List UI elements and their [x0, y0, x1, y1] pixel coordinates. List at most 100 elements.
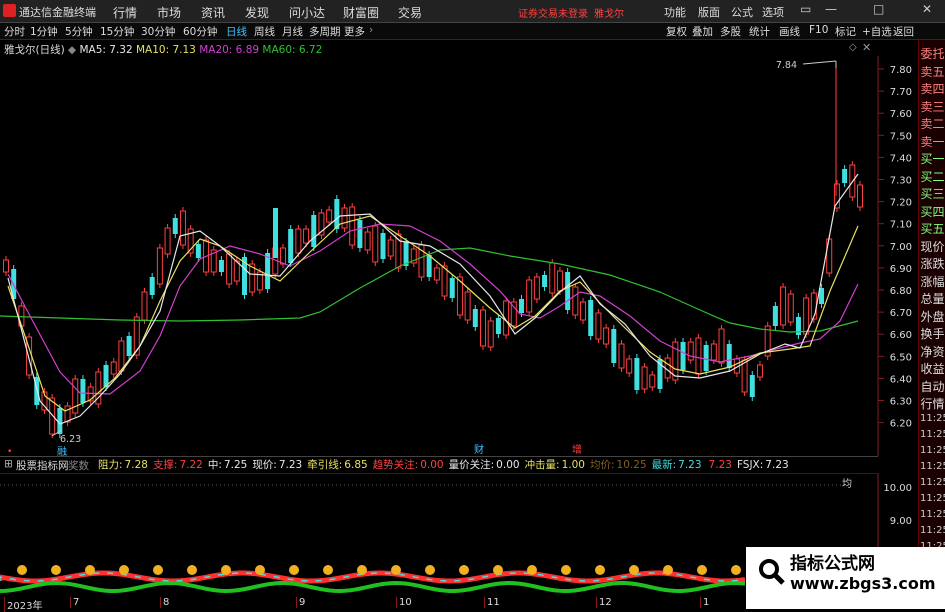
candle-body [357, 220, 363, 248]
candle-body [611, 329, 617, 363]
period-tab[interactable]: 60分钟 [183, 24, 217, 39]
side-tab[interactable]: 卖二 [920, 115, 945, 132]
menu-layout[interactable]: 版面 [698, 4, 720, 20]
tool-f10[interactable]: F10 [809, 24, 828, 36]
side-tab[interactable]: 总量 [920, 290, 945, 307]
chevron-right-icon[interactable]: › [369, 24, 373, 36]
tool-stats[interactable]: 统计 [749, 24, 770, 39]
candle-body [218, 260, 224, 272]
login-warning[interactable]: 证券交易未登录 [518, 5, 588, 20]
back-button[interactable]: 返回 [893, 24, 914, 39]
side-tab[interactable]: 卖三 [920, 98, 945, 115]
menu-options[interactable]: 选项 [762, 4, 784, 20]
marker-finance[interactable]: 财 [474, 443, 484, 456]
side-tab[interactable]: 买二 [920, 168, 945, 185]
band-signal-dot [85, 565, 95, 575]
side-time: 11:25 [920, 525, 945, 536]
side-tab[interactable]: 行情 [920, 395, 945, 412]
side-tab[interactable]: 买一 [920, 150, 945, 167]
period-tab[interactable]: 30分钟 [141, 24, 175, 39]
indicator-item-value: 7.22 [179, 459, 203, 471]
side-tab[interactable]: 买三 [920, 185, 945, 202]
period-tab[interactable]: 分时 [4, 24, 25, 39]
menu-item[interactable]: 财富圈 [343, 4, 379, 21]
candle-body [749, 375, 755, 397]
candle-body [495, 318, 501, 334]
indicator-item-label: FSJX: [736, 459, 764, 471]
price-tick-label: 6.40 [890, 374, 912, 385]
date-label: 7 [70, 597, 79, 608]
side-tab[interactable]: 自动 [920, 378, 945, 395]
period-tab-active[interactable]: 日线 [226, 24, 247, 39]
side-tab[interactable]: 卖四 [920, 80, 945, 97]
indicator-name[interactable]: 股票指标网 [16, 458, 69, 473]
side-tab[interactable]: 外盘 [920, 308, 945, 325]
candle-body [364, 231, 371, 251]
side-tab[interactable]: 换手 [920, 325, 945, 342]
side-tab[interactable]: 买五 [920, 220, 945, 237]
indicator-item-value: 10.25 [616, 459, 647, 471]
period-tab[interactable]: 15分钟 [100, 24, 134, 39]
menu-item[interactable]: 发现 [245, 4, 269, 21]
period-tab[interactable]: 月线 [282, 24, 303, 39]
candle-body [518, 299, 524, 313]
candle-body [387, 239, 394, 257]
indicator-item-label: 均价: [590, 459, 615, 471]
period-tab-more[interactable]: 更多 [344, 24, 365, 39]
band-signal-dot [561, 565, 571, 575]
side-tab[interactable]: 涨幅 [920, 273, 945, 290]
band-signal-dot [697, 565, 707, 575]
candle-body [710, 343, 717, 361]
close-icon[interactable]: ✕ [922, 2, 932, 16]
indicator-item-value: 7.25 [223, 459, 248, 471]
watermark-url: www.zbgs3.com [790, 574, 936, 593]
menu-item[interactable]: 市场 [157, 4, 181, 21]
ma20-label: MA20: 6.89 [199, 44, 260, 56]
period-tab[interactable]: 周线 [254, 24, 275, 39]
menu-item[interactable]: 资讯 [201, 4, 225, 21]
settings-dot-icon[interactable]: ◆ [68, 44, 76, 56]
tool-mark[interactable]: 标记 [835, 24, 856, 39]
close-chart-icon[interactable]: ✕ [862, 41, 871, 54]
tool-multi[interactable]: 多股 [720, 24, 741, 39]
indicator-item-label: 阻力: [98, 459, 123, 471]
marker-margin[interactable]: 融 [57, 446, 67, 456]
marker-red-dot: • [7, 447, 12, 456]
menu-function[interactable]: 功能 [664, 4, 686, 20]
minimize-icon[interactable]: — [825, 2, 837, 16]
menu-item[interactable]: 交易 [398, 4, 422, 21]
pin-icon[interactable]: ◇ [849, 42, 857, 53]
maximize-icon[interactable]: □ [873, 2, 884, 16]
tool-fuquan[interactable]: 复权 [666, 24, 687, 39]
add-watchlist-button[interactable]: +自选 [862, 24, 892, 39]
side-tab[interactable]: 净资 [920, 343, 945, 360]
side-tab[interactable]: 委托 [920, 45, 945, 62]
menu-formula[interactable]: 公式 [731, 4, 753, 20]
marker-increase[interactable]: 增 [572, 443, 582, 456]
candle-body [288, 229, 294, 263]
candle-body [426, 255, 432, 277]
side-tab[interactable]: 现价 [920, 238, 945, 255]
menu-item[interactable]: 行情 [113, 4, 137, 21]
candle-body [341, 207, 348, 229]
sub-tick-label: 10.00 [883, 483, 912, 494]
period-tab[interactable]: 1分钟 [30, 24, 58, 39]
side-tab[interactable]: 卖一 [920, 133, 945, 150]
indicator-icon[interactable]: ⊞ [4, 458, 13, 470]
candle-body [464, 291, 471, 321]
period-tab[interactable]: 5分钟 [65, 24, 93, 39]
period-tab[interactable]: 多周期 [309, 24, 341, 39]
menu-item[interactable]: 问小达 [289, 4, 325, 21]
side-tab[interactable]: 收益 [920, 360, 945, 377]
tool-overlay[interactable]: 叠加 [692, 24, 713, 39]
candlestick-chart[interactable]: 7.80 7.70 7.60 7.50 7.40 7.30 7.20 7.10 7.00 6.90… [0, 56, 918, 456]
restore-icon[interactable]: ▭ [800, 2, 811, 16]
candle-body [195, 244, 201, 258]
side-tab[interactable]: 卖五 [920, 63, 945, 80]
tool-draw[interactable]: 画线 [779, 24, 800, 39]
side-tab[interactable]: 买四 [920, 203, 945, 220]
candle-body [787, 293, 794, 323]
side-tab[interactable]: 涨跌 [920, 255, 945, 272]
candle-body [480, 309, 487, 347]
price-tick-label: 6.90 [890, 264, 912, 275]
